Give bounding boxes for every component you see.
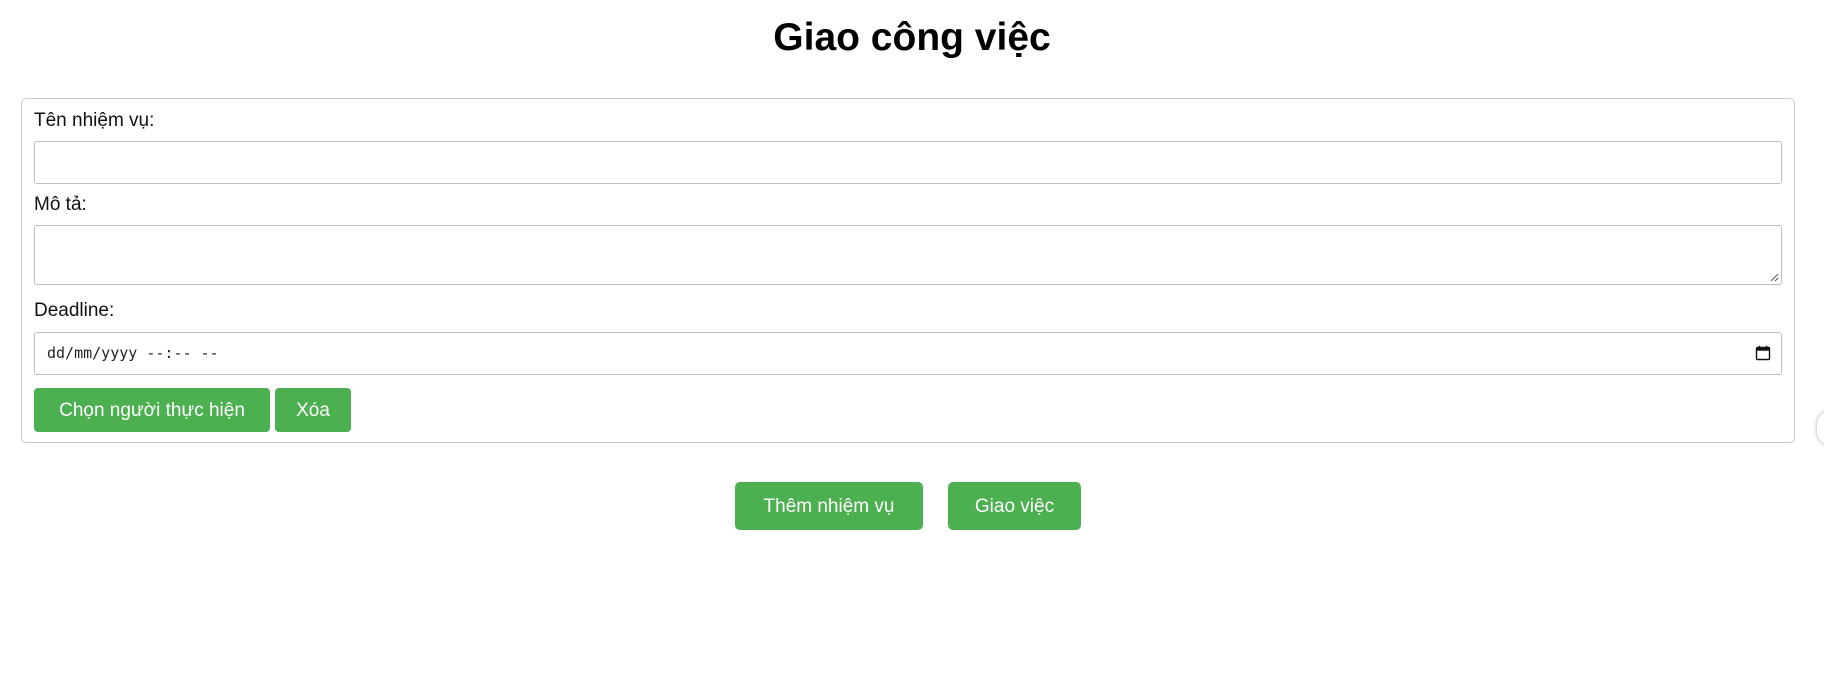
task-name-label: Tên nhiệm vụ: (34, 110, 155, 131)
deadline-placeholder: dd/mm/yyyy --:-- -- (47, 344, 219, 362)
task-card: Tên nhiệm vụ: Mô tả: Deadline: dd/mm/yyy… (21, 98, 1795, 443)
assign-work-button[interactable]: Giao việc (948, 482, 1081, 530)
description-label: Mô tả: (34, 194, 87, 215)
calendar-icon[interactable] (1755, 345, 1771, 361)
page-title: Giao công việc (773, 16, 1051, 59)
side-panel-handle[interactable] (1817, 410, 1824, 446)
delete-task-button[interactable]: Xóa (275, 388, 351, 432)
resize-grip-icon[interactable] (1769, 272, 1779, 282)
deadline-label: Deadline: (34, 300, 115, 321)
deadline-input[interactable]: dd/mm/yyyy --:-- -- (34, 332, 1782, 375)
task-name-input[interactable] (34, 141, 1782, 184)
description-textarea[interactable] (34, 225, 1782, 285)
add-task-button[interactable]: Thêm nhiệm vụ (735, 482, 923, 530)
choose-assignee-button[interactable]: Chọn người thực hiện (34, 388, 270, 432)
description-wrapper (34, 225, 1782, 285)
assign-work-page: Giao công việc Tên nhiệm vụ: Mô tả: Dead… (0, 0, 1824, 684)
